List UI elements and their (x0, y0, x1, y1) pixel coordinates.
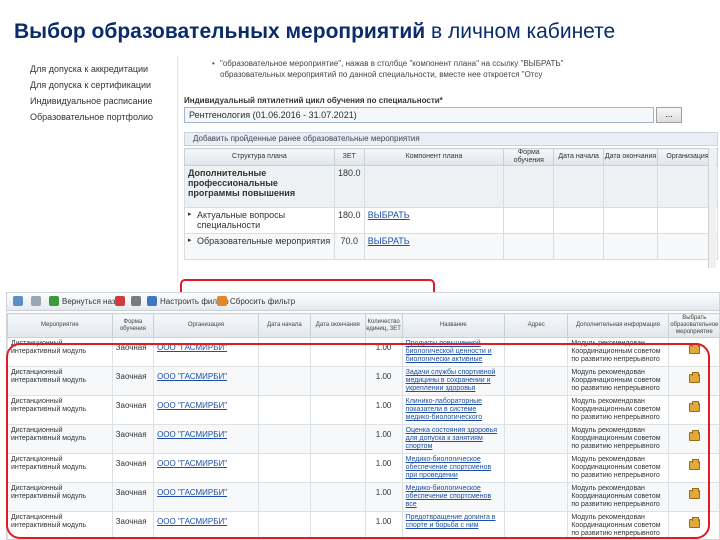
row-zet: 180.0 (333, 165, 365, 208)
toolbar: Вернуться назад Настроить фильтр Сбросит… (7, 293, 719, 311)
back-button[interactable]: Вернуться назад (49, 296, 125, 306)
sidebar-item-certification[interactable]: Для допуска к сертификации (30, 80, 151, 90)
col-component[interactable]: Компонент плана (363, 148, 505, 166)
slide-title-rest: в личном кабинете (431, 20, 616, 43)
col-zet[interactable]: ЗЕТ (333, 148, 365, 166)
col-form[interactable]: Форма обучения (503, 148, 555, 166)
cycle-label: Индивидуальный пятилетний цикл обучения … (184, 96, 443, 105)
sidebar-item-portfolio[interactable]: Образовательное портфолио (30, 112, 153, 122)
col-structure[interactable]: Структура плана (184, 148, 335, 166)
sidebar: Для допуска к аккредитации Для допуска к… (6, 56, 178, 282)
edit-icon[interactable] (131, 296, 144, 306)
expand-arrow-icon[interactable]: ▸ (188, 210, 192, 218)
arrow-left-icon (49, 296, 59, 306)
select-events-link[interactable]: ВЫБРАТЬ (368, 236, 410, 246)
note-line-1: "образовательное мероприятие", нажав в с… (220, 59, 564, 68)
table-row[interactable]: ▸ Актуальные вопросы специальности 180.0 … (184, 207, 718, 234)
row-structure: Дополнительные профессиональные программ… (184, 165, 335, 208)
top-screenshot: Для допуска к аккредитации Для допуска к… (6, 56, 720, 282)
col-end[interactable]: Дата окончания (603, 148, 659, 166)
col-form[interactable]: Форма обучения (111, 313, 155, 338)
scrollbar[interactable] (708, 148, 716, 268)
col-name[interactable]: Название (401, 313, 506, 338)
row-component (363, 165, 505, 208)
select-link[interactable]: ВЫБРАТЬ (368, 210, 410, 220)
col-event[interactable]: Мероприятие (7, 313, 113, 338)
bullet-icon: • (212, 59, 215, 68)
cycle-select[interactable]: Рентгенология (01.06.2016 - 31.07.2021) (184, 107, 654, 123)
note-line-2: образовательных мероприятий по данной сп… (220, 70, 543, 79)
delete-icon[interactable] (115, 296, 128, 306)
row-structure: ▸ Актуальные вопросы специальности (184, 207, 335, 234)
col-start[interactable]: Дата начала (257, 313, 312, 338)
add-completed-events-button[interactable]: Добавить пройденные ранее образовательны… (184, 132, 718, 146)
col-info[interactable]: Дополнительная информация (567, 313, 669, 338)
filter-icon (147, 296, 157, 306)
sidebar-item-accreditation[interactable]: Для допуска к аккредитации (30, 64, 148, 74)
slide-title: Выбор образовательных мероприятий в личн… (0, 0, 720, 56)
row-zet: 70.0 (333, 233, 365, 260)
col-address[interactable]: Адрес (504, 313, 569, 338)
plan-panel: • "образовательное мероприятие", нажав в… (178, 56, 720, 282)
save-icon[interactable] (13, 296, 26, 306)
slide-title-bold: Выбор образовательных мероприятий (14, 20, 426, 43)
col-org[interactable]: Организация (153, 313, 259, 338)
plan-table: Структура плана ЗЕТ Компонент плана Форм… (184, 148, 718, 260)
table-row[interactable]: ▸ Образовательные мероприятия 70.0 ВЫБРАТ… (184, 233, 718, 260)
table-row[interactable]: Дополнительные профессиональные программ… (184, 165, 718, 208)
events-table-header: Мероприятие Форма обучения Организация Д… (7, 313, 719, 338)
col-start[interactable]: Дата начала (553, 148, 605, 166)
col-select[interactable]: Выбрать образовательное мероприятие (667, 313, 719, 338)
row-zet: 180.0 (333, 207, 365, 234)
instruction-note: • "образовательное мероприятие", нажав в… (212, 58, 720, 80)
reset-filter-icon (217, 296, 227, 306)
cycle-browse-button[interactable]: ... (656, 107, 682, 123)
row-structure: ▸ Образовательные мероприятия (184, 233, 335, 260)
slide-title-text: Выбор образовательных мероприятий в личн… (14, 20, 615, 44)
reset-filter-button[interactable]: Сбросить фильтр (217, 296, 295, 306)
copy-icon[interactable] (31, 296, 44, 306)
col-zet[interactable]: Количество единиц, ЗЕТ (364, 313, 403, 338)
row-component: ВЫБРАТЬ (363, 233, 505, 260)
plan-table-header: Структура плана ЗЕТ Компонент плана Форм… (184, 148, 718, 166)
col-end[interactable]: Дата окончания (310, 313, 366, 338)
expand-arrow-icon[interactable]: ▸ (188, 236, 192, 244)
sidebar-item-schedule[interactable]: Индивидуальное расписание (30, 96, 153, 106)
highlight-frame (6, 343, 710, 539)
row-component: ВЫБРАТЬ (363, 207, 505, 234)
